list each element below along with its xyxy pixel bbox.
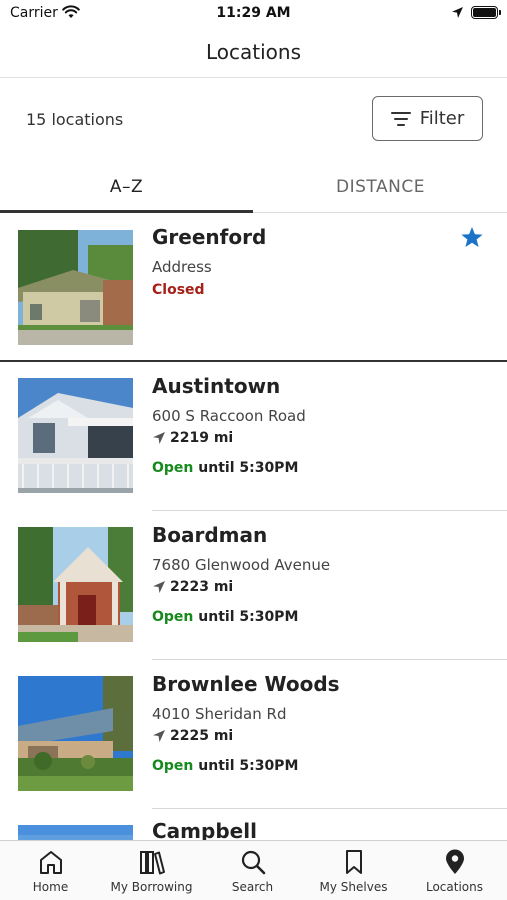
location-photo [18, 378, 133, 493]
location-distance: 2223 mi [152, 579, 233, 595]
tab-bar-label: My Shelves [319, 880, 388, 894]
location-distance: 2219 mi [152, 430, 233, 446]
favorite-star-icon[interactable] [460, 226, 484, 249]
location-distance: 2225 mi [152, 728, 233, 744]
tab-bar-my-borrowing[interactable]: My Borrowing [101, 841, 202, 900]
search-icon [241, 850, 265, 875]
location-photo [18, 230, 133, 345]
tab-a-z[interactable]: A–Z [0, 162, 253, 213]
distance-arrow-icon [153, 432, 165, 444]
battery-icon [471, 6, 501, 19]
list-item-campbell[interactable]: Campbell [0, 809, 507, 840]
nav-bar: Locations [0, 28, 507, 78]
location-photo [18, 676, 133, 791]
list-item-brownlee-woods[interactable]: Brownlee Woods 4010 Sheridan Rd 2225 mi … [0, 660, 507, 808]
location-photo [18, 825, 133, 840]
location-photo [18, 527, 133, 642]
location-name: Brownlee Woods [152, 672, 340, 696]
location-hours: Open until 5:30PM [152, 609, 298, 625]
location-hours: Open until 5:30PM [152, 460, 298, 476]
bookmark-icon [345, 850, 362, 874]
tab-bar-label: Search [231, 880, 274, 894]
list-item-austintown[interactable]: Austintown 600 S Raccoon Road 2219 mi Op… [0, 362, 507, 510]
location-address: 7680 Glenwood Avenue [152, 556, 331, 574]
location-address: 4010 Sheridan Rd [152, 705, 287, 723]
distance-value: 2225 mi [170, 728, 234, 744]
status-time: 11:29 AM [216, 5, 291, 21]
location-name: Austintown [152, 374, 281, 398]
sort-tabs: A–Z DISTANCE [0, 162, 507, 213]
location-status: Closed [152, 282, 205, 298]
tab-bar-home[interactable]: Home [0, 841, 101, 900]
open-status: Open [152, 609, 194, 625]
tab-bar-label: Home [32, 880, 69, 894]
locations-list: Greenford Address Closed Austintown 600 … [0, 213, 507, 840]
tab-bar-locations[interactable]: Locations [404, 841, 505, 900]
home-icon [39, 851, 62, 874]
distance-arrow-icon [153, 730, 165, 742]
location-address: 600 S Raccoon Road [152, 407, 306, 425]
filter-button[interactable]: Filter [372, 96, 483, 141]
filter-label: Filter [419, 108, 465, 129]
summary-row: 15 locations Filter [0, 78, 507, 162]
page-title: Locations [205, 40, 301, 64]
tab-distance[interactable]: DISTANCE [254, 162, 507, 213]
location-name: Greenford [152, 225, 267, 249]
list-item-greenford[interactable]: Greenford Address Closed [0, 213, 507, 361]
books-icon [139, 851, 165, 875]
location-hours: Open until 5:30PM [152, 758, 298, 774]
open-until: until 5:30PM [198, 609, 299, 625]
status-bar: Carrier 11:29 AM [0, 0, 507, 28]
location-pin-icon [445, 849, 464, 874]
list-item-boardman[interactable]: Boardman 7680 Glenwood Avenue 2223 mi Op… [0, 511, 507, 659]
distance-value: 2223 mi [170, 579, 234, 595]
bottom-tab-bar: Home My Borrowing Search My Shelves Loca… [0, 840, 507, 900]
location-count: 15 locations [26, 110, 124, 129]
distance-arrow-icon [153, 581, 165, 593]
location-arrow-icon [452, 7, 463, 18]
open-status: Open [152, 758, 194, 774]
location-name: Campbell [152, 819, 257, 840]
tab-bar-label: Locations [425, 880, 483, 894]
location-name: Boardman [152, 523, 268, 547]
open-until: until 5:30PM [198, 758, 299, 774]
tab-bar-label: My Borrowing [110, 880, 193, 894]
tab-bar-search[interactable]: Search [202, 841, 303, 900]
distance-value: 2219 mi [170, 430, 234, 446]
location-address: Address [152, 258, 212, 276]
filter-icon [390, 111, 411, 127]
open-status: Open [152, 460, 194, 476]
open-until: until 5:30PM [198, 460, 299, 476]
tab-bar-my-shelves[interactable]: My Shelves [303, 841, 404, 900]
